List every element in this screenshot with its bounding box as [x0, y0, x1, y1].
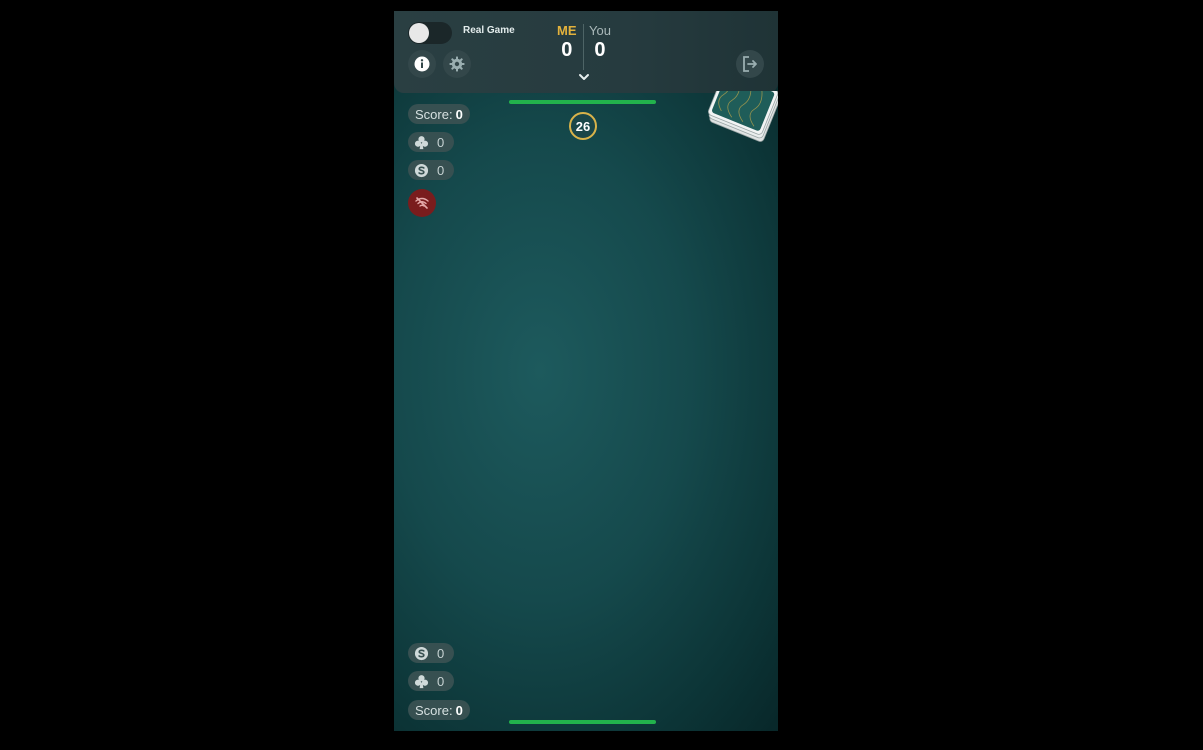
opponent-coins-count: 0: [437, 162, 445, 178]
player-turn-bar: [509, 720, 656, 724]
opponent-clubs-badge: 0: [408, 132, 454, 152]
club-icon: [414, 674, 429, 689]
no-signal-icon: [415, 197, 429, 209]
card-deck[interactable]: [701, 91, 778, 161]
player-name-me: ME: [557, 23, 577, 38]
opponent-coins-badge: 0: [408, 160, 454, 180]
info-icon: [414, 56, 430, 72]
game-table: Real Game ME 0 You 0 26 Score: 0 0 0 0 0…: [394, 11, 778, 731]
coin-icon: [414, 646, 429, 661]
real-game-toggle[interactable]: [408, 22, 452, 44]
toggle-knob: [409, 23, 429, 43]
player-score-badge: Score: 0: [408, 700, 470, 720]
turn-timer: 26: [569, 112, 597, 140]
settings-button[interactable]: [443, 50, 471, 78]
gear-icon: [449, 56, 465, 72]
opponent-turn-bar: [509, 100, 656, 104]
club-icon: [414, 135, 429, 150]
scoreboard-divider: [583, 24, 584, 70]
opponent-score-value: 0: [455, 106, 463, 122]
player-score-value: 0: [455, 702, 463, 718]
info-button[interactable]: [408, 50, 436, 78]
exit-button[interactable]: [736, 50, 764, 78]
player-coins-badge: 0: [408, 643, 454, 663]
top-bar: Real Game ME 0 You 0: [394, 11, 778, 93]
player-score-label: Score:: [415, 702, 453, 718]
opponent-score-label: Score:: [415, 106, 453, 122]
coin-icon: [414, 163, 429, 178]
opponent-clubs-count: 0: [437, 134, 445, 150]
chevron-down-icon[interactable]: [577, 71, 591, 83]
mute-signal-button[interactable]: [408, 189, 436, 217]
player-name-you: You: [589, 23, 611, 38]
player-clubs-badge: 0: [408, 671, 454, 691]
opponent-score-badge: Score: 0: [408, 104, 470, 124]
player-coins-count: 0: [437, 645, 445, 661]
real-game-label: Real Game: [463, 25, 515, 36]
player-score-me: 0: [561, 39, 573, 61]
player-clubs-count: 0: [437, 673, 445, 689]
scoreboard-me: ME 0: [557, 23, 577, 62]
exit-icon: [743, 56, 757, 72]
player-score-you: 0: [594, 39, 606, 61]
scoreboard-you: You 0: [589, 23, 611, 62]
